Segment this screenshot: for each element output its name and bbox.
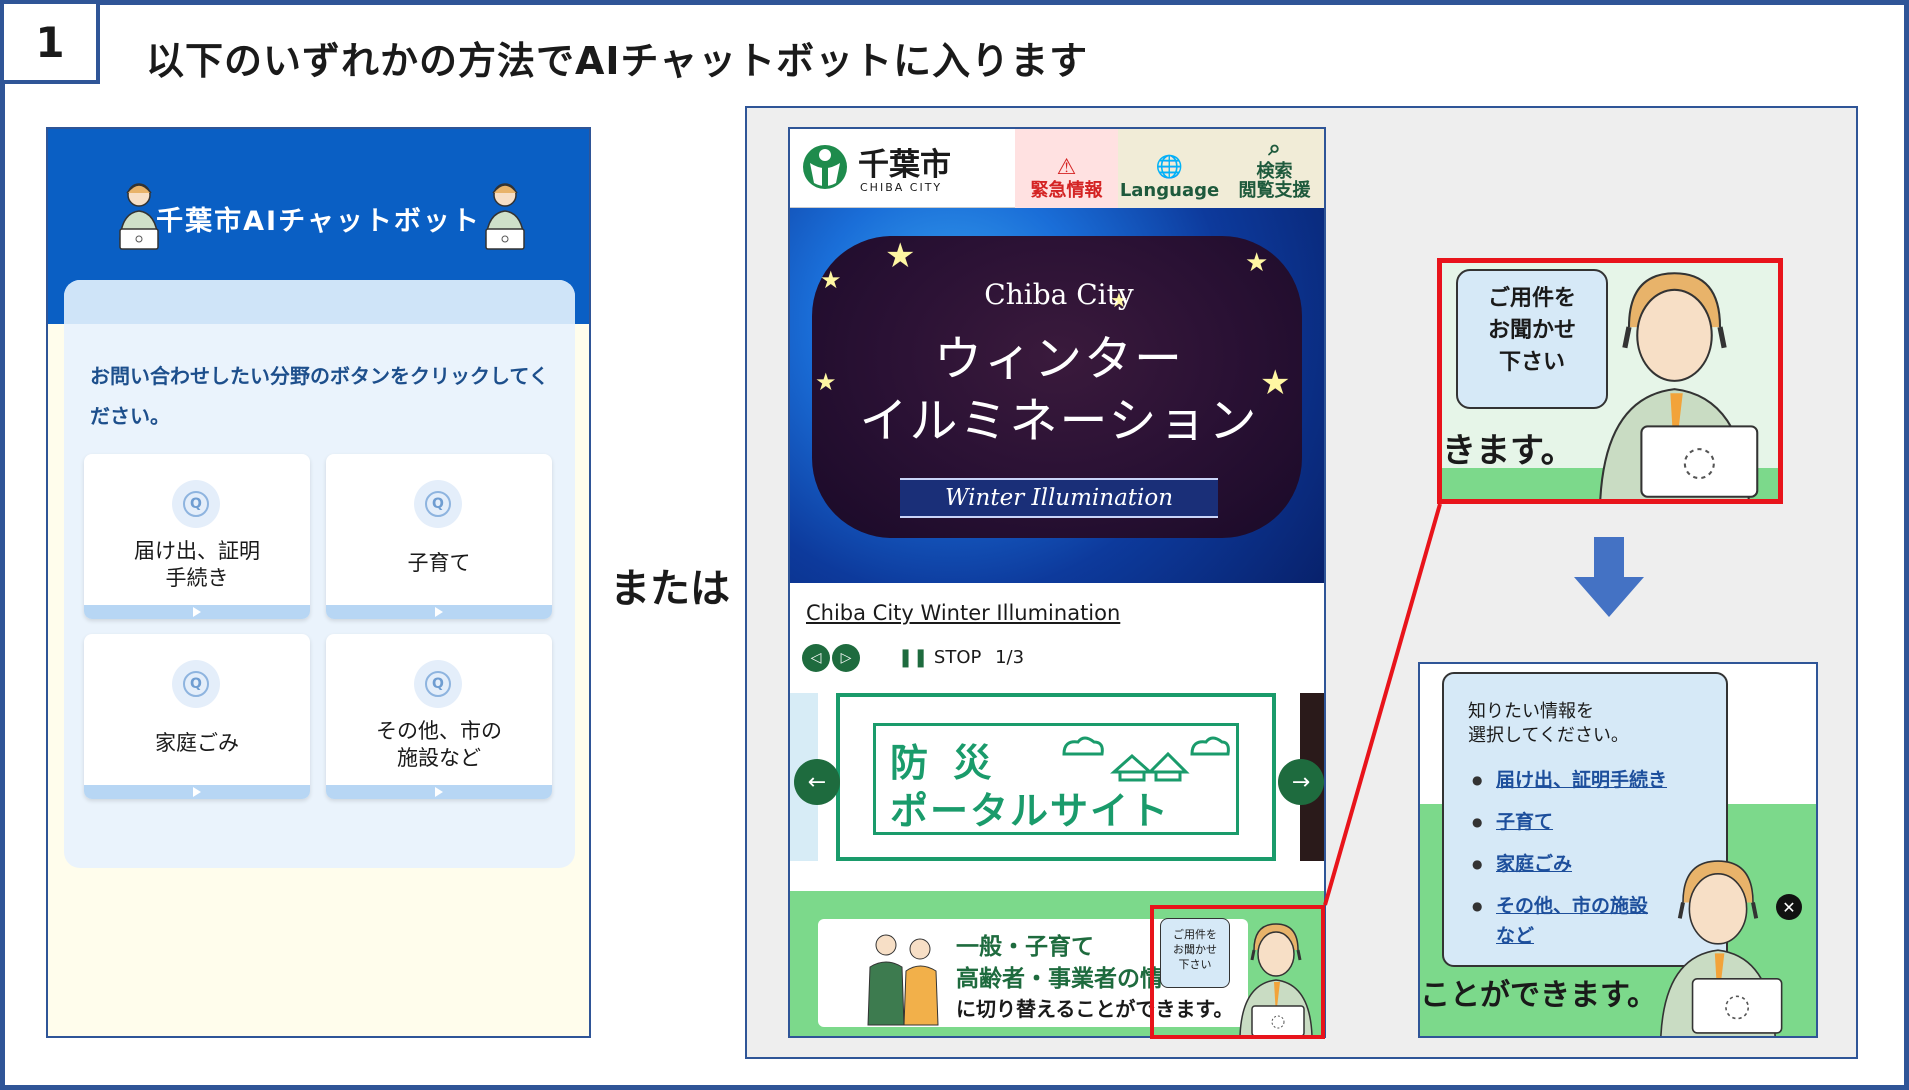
chatbot-card: お問い合わせしたい分野のボタンをクリックしてください。 Q 届け出、証明 手続き… <box>64 280 575 868</box>
illumination-banner[interactable]: ★ ★ ★ ★ ★ ★ Chiba City ウィンター イルミネーション Wi… <box>790 208 1324 583</box>
slider-stop-label: STOP <box>933 647 982 668</box>
nav-language-button[interactable]: 🌐 Language <box>1118 129 1221 208</box>
people-illustration-icon <box>867 934 939 1026</box>
q-bubble-icon: Q <box>172 660 220 708</box>
menu-link-procedures[interactable]: 届け出、証明手続き <box>1472 766 1667 794</box>
slider-stop-control[interactable]: ❚❚ STOP 1/3 <box>898 647 1024 668</box>
q-bubble-icon: Q <box>172 480 220 528</box>
star-icon: ★ <box>1245 248 1269 278</box>
menu-link-other[interactable]: その他、市の施設 <box>1472 892 1648 920</box>
warning-icon: ⚠ <box>1056 155 1077 180</box>
slider-next-button[interactable]: ▷ <box>832 644 860 672</box>
slide-title: 以下のいずれかの方法でAIチャットボットに入ります <box>146 39 1089 83</box>
banner-title-jp-line2: イルミネーション <box>859 393 1259 449</box>
nav-emergency-button[interactable]: ⚠ 緊急情報 <box>1015 129 1118 208</box>
zoom-before-bg-text: きます。 <box>1442 431 1575 471</box>
down-arrow-icon <box>1574 537 1644 617</box>
site-name-en: CHIBA CITY <box>860 181 943 194</box>
globe-icon: 🌐 <box>1155 155 1184 180</box>
play-arrow-icon <box>326 605 552 619</box>
play-arrow-icon <box>326 785 552 799</box>
zoom-after-bg-text: ことができます。 <box>1420 978 1657 1013</box>
banner-title-jp: ウィンター イルミネーション <box>790 328 1324 452</box>
menu-link-other-cont[interactable]: など <box>1496 922 1534 950</box>
search-icon: ⌕ <box>1268 136 1281 161</box>
disaster-portal-card[interactable]: 防 災 ポータルサイト <box>836 693 1276 861</box>
nav-emergency-label: 緊急情報 <box>1030 180 1103 201</box>
pause-icon: ❚❚ <box>898 647 929 668</box>
category-button-procedures[interactable]: Q 届け出、証明 手続き <box>84 454 310 619</box>
category-label: 届け出、証明 手続き <box>134 539 260 590</box>
banner-title-en: Chiba City <box>984 278 1134 311</box>
city-website-mobile: 千葉市 CHIBA CITY ⚠ 緊急情報 🌐 Language ⌕ 検索 閲覧… <box>788 127 1326 1038</box>
zoom-before-panel: きます。 ご用件を お聞かせ 下さい <box>1437 258 1783 504</box>
carousel-next-button[interactable]: → <box>1278 759 1324 805</box>
zoom-after-panel: ことができます。 知りたい情報を 選択してください。 届け出、証明手続き 子育て… <box>1418 662 1818 1038</box>
star-icon: ★ <box>885 236 916 276</box>
chatbot-instruction: お問い合わせしたい分野のボタンをクリックしてください。 <box>90 364 549 428</box>
banner-caption-link[interactable]: Chiba City Winter Illumination <box>806 601 1120 625</box>
chatbot-operator-icon[interactable] <box>1572 265 1777 504</box>
chiba-logo-icon <box>803 145 847 189</box>
menu-link-garbage[interactable]: 家庭ごみ <box>1472 850 1572 878</box>
slider-prev-button[interactable]: ◁ <box>802 644 830 672</box>
close-icon[interactable]: ✕ <box>1776 894 1802 920</box>
zoom-after-prompt: 知りたい情報を 選択してください。 <box>1468 701 1629 746</box>
disaster-portal-inner: 防 災 ポータルサイト <box>873 723 1239 835</box>
nav-search-label: 検索 閲覧支援 <box>1238 161 1311 201</box>
highlight-box-launcher <box>1150 905 1325 1039</box>
play-arrow-icon <box>84 605 310 619</box>
step-number: 1 <box>0 0 100 84</box>
carousel-prev-button[interactable]: ← <box>794 759 840 805</box>
menu-link-childcare[interactable]: 子育て <box>1472 808 1553 836</box>
category-label: 子育て <box>407 551 471 575</box>
or-label: または <box>610 566 730 612</box>
disaster-portal-line2: ポータルサイト <box>890 789 1171 833</box>
slider-page-indicator: 1/3 <box>995 647 1025 668</box>
info-line2: 高齢者・事業者の情 <box>956 966 1163 992</box>
operator-avatar-icon <box>485 183 525 250</box>
q-bubble-icon: Q <box>414 480 462 528</box>
category-button-garbage[interactable]: Q 家庭ごみ <box>84 634 310 799</box>
category-label: 家庭ごみ <box>155 731 239 755</box>
chatbot-operator-icon[interactable] <box>1648 854 1788 1038</box>
banner-title-jp-line1: ウィンター <box>933 331 1184 387</box>
chatbot-card-top <box>64 280 575 324</box>
category-button-childcare[interactable]: Q 子育て <box>326 454 552 619</box>
site-name[interactable]: 千葉市 <box>858 139 951 184</box>
q-bubble-icon: Q <box>414 660 462 708</box>
nav-search-button[interactable]: ⌕ 検索 閲覧支援 <box>1221 129 1324 208</box>
weather-house-icon <box>1062 736 1230 782</box>
play-arrow-icon <box>84 785 310 799</box>
site-header: 千葉市 CHIBA CITY ⚠ 緊急情報 🌐 Language ⌕ 検索 閲覧… <box>790 129 1324 208</box>
info-line1: 一般・子育て <box>956 934 1094 960</box>
banner-ribbon: Winter Illumination <box>900 478 1218 518</box>
category-label: その他、市の 施設など <box>376 719 502 770</box>
nav-language-label: Language <box>1119 180 1220 201</box>
chatbot-panel: 千葉市AIチャットボット お問い合わせしたい分野のボタンをクリックしてください。… <box>46 127 591 1038</box>
category-button-other[interactable]: Q その他、市の 施設など <box>326 634 552 799</box>
disaster-portal-line1: 防 災 <box>890 741 998 785</box>
